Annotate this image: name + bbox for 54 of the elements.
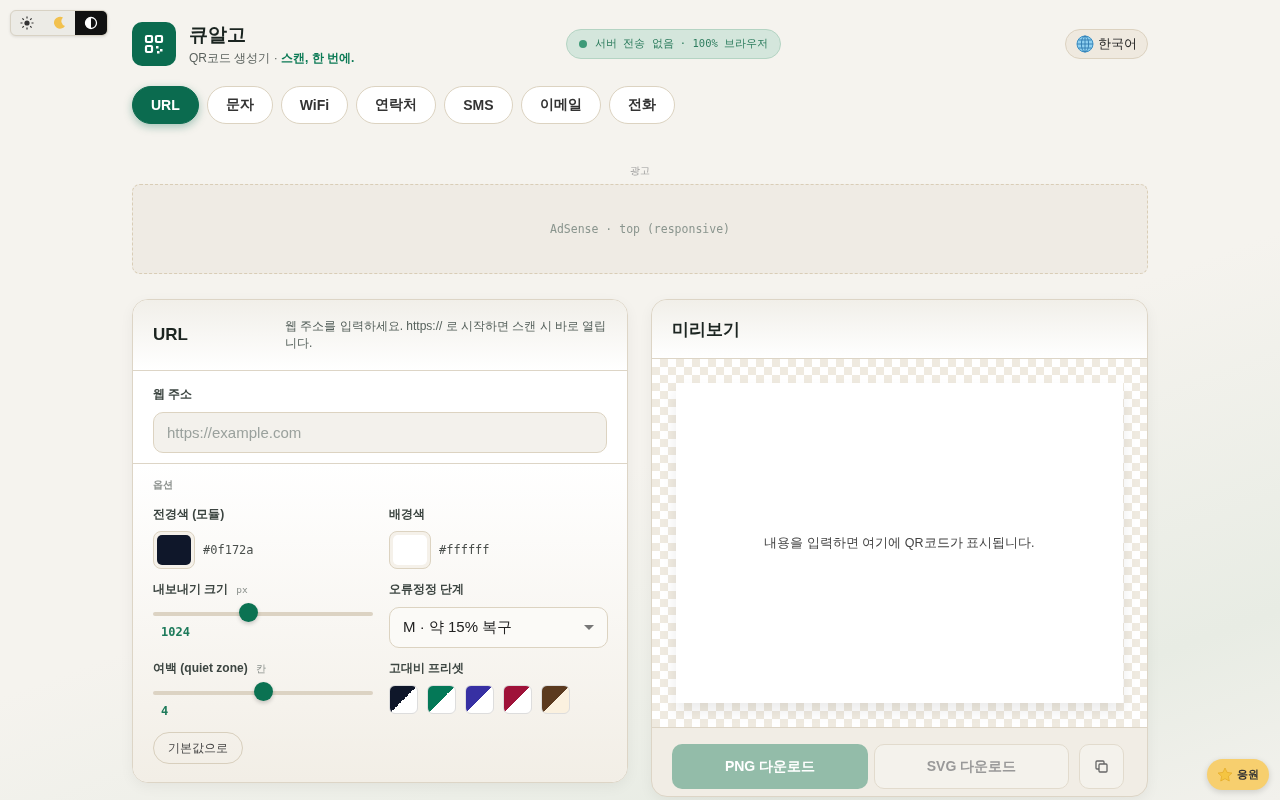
color-swatch[interactable] [153, 531, 195, 569]
field-label: 전경색 (모듈) [153, 506, 226, 523]
privacy-text: 서버 전송 없음 · 100% 브라우저 [594, 37, 769, 51]
ad-text: AdSense · top (responsive) [550, 222, 730, 236]
hint-text: 웹 주소를 입력하세요. https:// 로 시작하면 스캔 시 바로 열립니다. [285, 318, 607, 352]
ad-label: 광고 [629, 164, 651, 178]
tab[interactable]: 문자 [206, 86, 273, 124]
field-label: 배경색 [389, 506, 426, 523]
support-button[interactable]: 응원 [1207, 759, 1269, 790]
tab[interactable]: WiFi [280, 86, 349, 124]
sun-icon [20, 16, 34, 30]
slider-thumb[interactable] [254, 682, 273, 701]
field-label: 오류정정 단계 [389, 581, 466, 598]
color-preset[interactable] [541, 685, 570, 714]
tab[interactable]: 전화 [608, 86, 675, 124]
color-swatch[interactable] [389, 531, 431, 569]
tagline: QR코드 생성기 · 스캔, 한 번에. [189, 49, 355, 67]
card-title: 미리보기 [672, 318, 740, 341]
logo-icon [132, 22, 176, 66]
moon-icon [52, 16, 66, 30]
tab[interactable]: SMS [444, 86, 513, 124]
field-label: 고대비 프리셋 [389, 660, 466, 677]
tab[interactable]: 이메일 [520, 86, 601, 124]
section-heading: 옵션 [153, 478, 174, 492]
color-preset[interactable] [427, 685, 456, 714]
color-preset[interactable] [389, 685, 418, 714]
unit-label: 칸 [255, 663, 266, 676]
star-icon [1217, 766, 1233, 783]
error-level-dropdown[interactable]: M · 약 15% 복구 [389, 607, 608, 648]
language-button[interactable]: 한국어 [1065, 29, 1148, 59]
slider-value: 1024 [161, 625, 191, 639]
color-preset[interactable] [503, 685, 532, 714]
tab[interactable]: 연락처 [356, 86, 437, 124]
contrast-icon [84, 16, 98, 30]
field-label: 여백 (quiet zone) [153, 660, 248, 677]
theme-button[interactable] [75, 11, 107, 35]
field-label: 웹 주소 [153, 386, 194, 403]
globe-icon [1076, 35, 1094, 53]
app-title: 큐알고 [189, 22, 247, 47]
color-preset[interactable] [465, 685, 494, 714]
unit-label: px [236, 584, 248, 595]
card-title: URL [153, 325, 188, 345]
copy-icon [1095, 760, 1108, 773]
caret-icon [584, 625, 594, 630]
copy-button[interactable] [1079, 744, 1124, 789]
slider-thumb[interactable] [238, 603, 258, 622]
empty-message: 내용을 입력하면 여기에 QR코드가 표시됩니다. [764, 534, 1035, 552]
field-label: 내보내기 크기 [153, 581, 229, 598]
tab[interactable]: URL [132, 86, 199, 124]
status-dot-icon [578, 40, 587, 48]
hex-value: #0f172a [203, 543, 254, 557]
hex-value: #ffffff [439, 543, 490, 557]
url-input[interactable]: https://example.com [153, 412, 607, 453]
slider-value: 4 [161, 704, 170, 718]
